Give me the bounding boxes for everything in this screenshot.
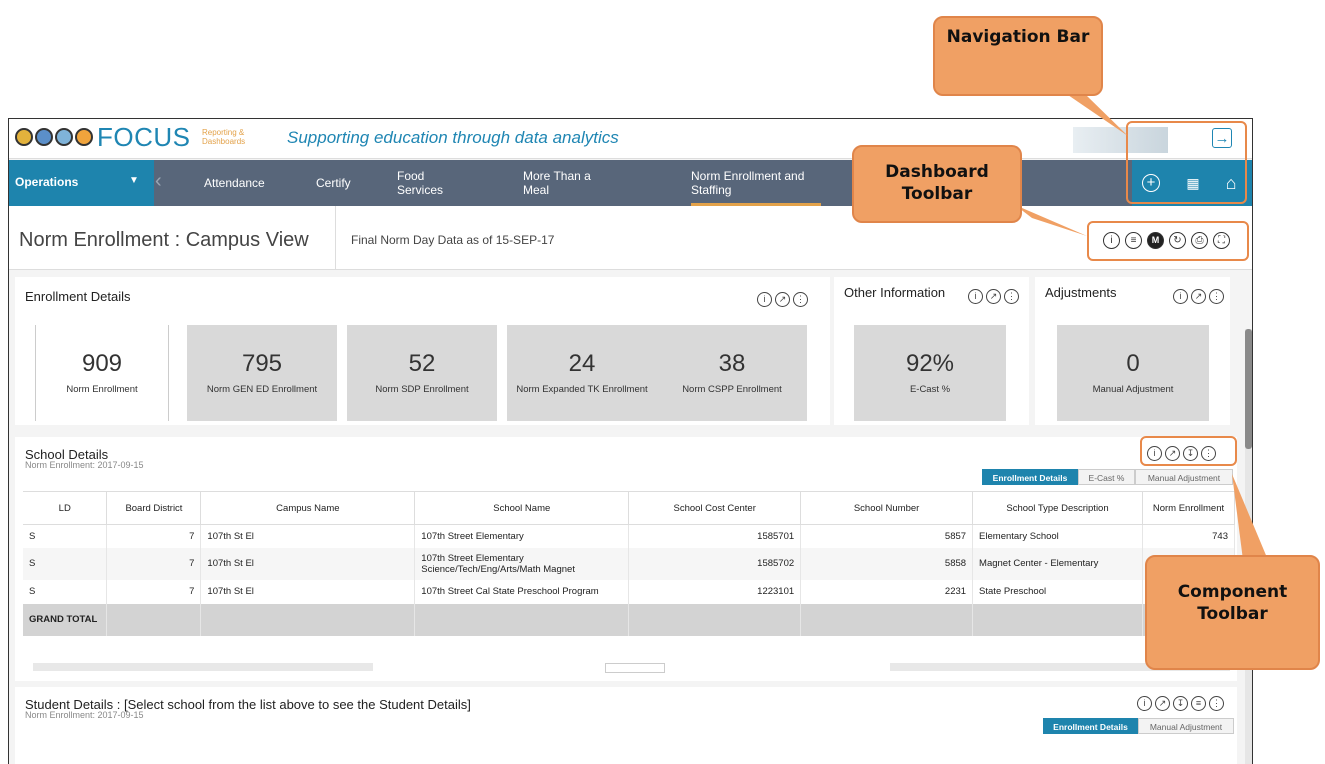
callout-arrows xyxy=(1015,95,1268,560)
callout-dashboard-toolbar: Dashboard Toolbar xyxy=(852,145,1022,223)
navigation-arrow xyxy=(1068,95,1128,136)
dashboard-arrow xyxy=(1015,205,1087,236)
callout-text: Component Toolbar xyxy=(1177,582,1288,624)
callout-component-toolbar: Component Toolbar xyxy=(1145,555,1320,670)
callout-navigation-bar: Navigation Bar xyxy=(933,16,1103,96)
component-arrow xyxy=(1232,474,1268,560)
callout-text: Navigation Bar xyxy=(946,27,1090,47)
callout-text: Dashboard Toolbar xyxy=(885,162,989,204)
